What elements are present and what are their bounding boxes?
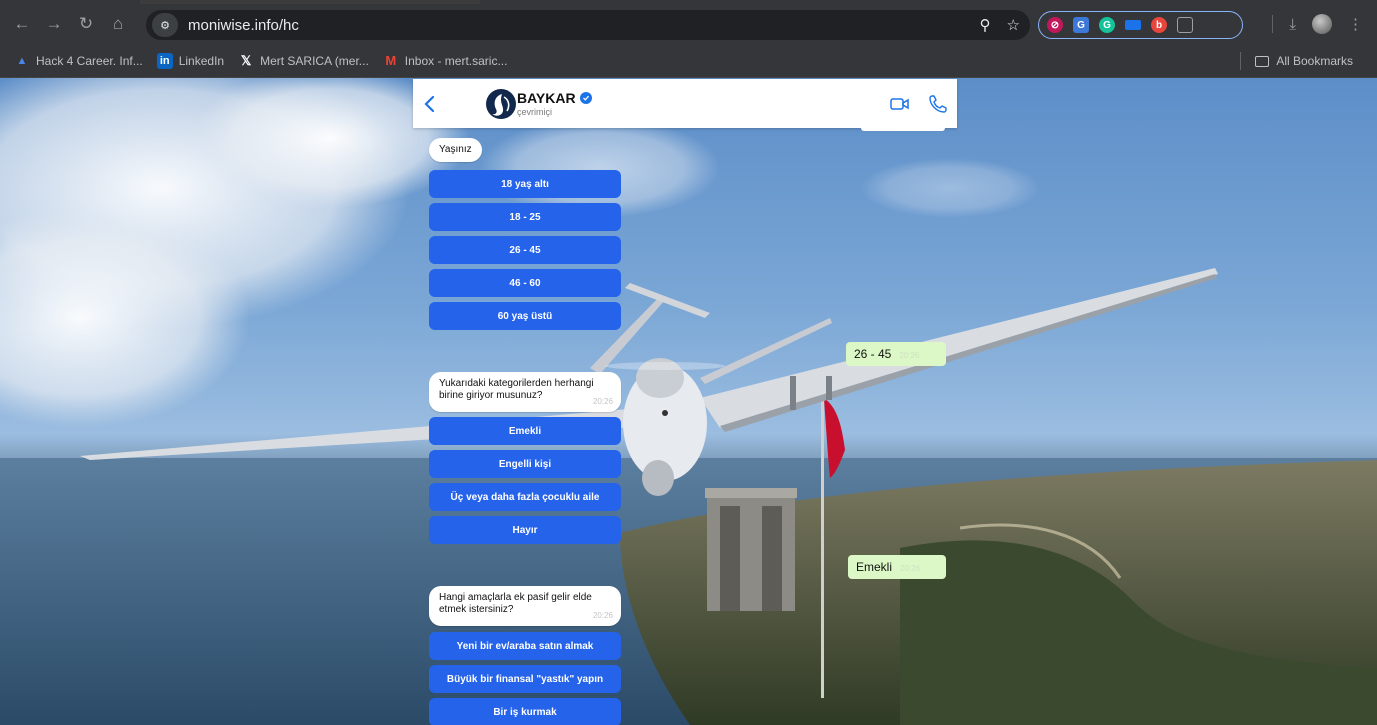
blocker-extension-icon[interactable]: ⊘ [1047, 17, 1063, 33]
user-reply-category: Emekli 20:26 [848, 555, 946, 579]
message-time: 20:26 [900, 564, 921, 573]
option-button-buy-home-car[interactable]: Yeni bir ev/araba satın almak [429, 632, 621, 660]
message-text: Hangi amaçlarla ek pasif gelir elde etme… [439, 592, 592, 615]
chat-header: BAYKAR çevrimiçi [413, 79, 957, 128]
toolbar-divider [1272, 15, 1274, 33]
verified-badge-icon [579, 92, 592, 104]
option-button-46-60[interactable]: 46 - 60 [429, 269, 621, 297]
bookmark-label: Hack 4 Career. Inf... [36, 53, 143, 68]
bookmark-label: Inbox - mert.saric... [404, 53, 508, 68]
download-icon[interactable]: ⤓ [1289, 16, 1296, 33]
grammarly-extension-icon[interactable]: G [1099, 17, 1115, 33]
site-settings-icon[interactable]: ⚙ [152, 13, 178, 37]
menu-kebab-icon[interactable]: ⋮ [1348, 15, 1363, 33]
extensions-puzzle-icon[interactable] [1177, 17, 1193, 33]
option-button-under-18[interactable]: 18 yaş altı [429, 170, 621, 198]
url-text[interactable]: moniwise.info/hc [188, 17, 299, 34]
option-button-18-25[interactable]: 18 - 25 [429, 203, 621, 231]
reply-text: 26 - 45 [854, 347, 892, 361]
online-status: çevrimiçi [517, 107, 552, 117]
previous-message-fragment [861, 128, 945, 131]
folder-icon [1255, 55, 1270, 67]
x-icon: 𝕏 [240, 52, 252, 68]
linkedin-icon: in [156, 52, 173, 69]
option-button-large-family[interactable]: Üç veya daha fazla çocuklu aile [429, 483, 621, 511]
home-icon[interactable]: ⌂ [104, 10, 132, 38]
message-text: Yukarıdaki kategorilerden herhangi birin… [439, 378, 594, 401]
tab-extension-icon[interactable] [1125, 20, 1141, 30]
option-button-26-45[interactable]: 26 - 45 [429, 236, 621, 264]
forward-arrow-icon[interactable]: → [40, 10, 68, 38]
option-button-retired[interactable]: Emekli [429, 417, 621, 445]
hack4career-icon: ▲ [16, 54, 28, 67]
reload-icon[interactable]: ↻ [72, 10, 100, 38]
message-time: 20:26 [592, 397, 613, 406]
user-reply-age: 26 - 45 20:26 [846, 342, 946, 366]
option-button-start-business[interactable]: Bir iş kurmak [429, 698, 621, 725]
bookmark-label: Mert SARICA (mer... [260, 53, 369, 68]
bot-message-category: Yukarıdaki kategorilerden herhangi birin… [429, 372, 621, 412]
address-bar[interactable]: ⚙ moniwise.info/hc ⚲ ☆ [146, 10, 1030, 40]
bookmark-gmail[interactable]: M Inbox - mert.saric... [383, 53, 508, 69]
translate-extension-icon[interactable]: G [1073, 17, 1089, 33]
avatar[interactable] [486, 89, 516, 119]
contact-name: BAYKAR [517, 90, 576, 106]
bot-message-purpose: Hangi amaçlarla ek pasif gelir elde etme… [429, 586, 621, 626]
all-bookmarks-button[interactable]: All Bookmarks [1276, 54, 1353, 68]
chat-window: BAYKAR çevrimiçi Yaşınız 18 yaş altı 18 … [413, 78, 957, 725]
baykar-logo-icon [492, 94, 510, 116]
zoom-icon[interactable]: ⚲ [980, 16, 991, 34]
message-time: 20:26 [592, 611, 613, 620]
browser-toolbar: ← → ↻ ⌂ ⚙ moniwise.info/hc ⚲ ☆ ⊘ G G b ⤓… [0, 4, 1377, 44]
message-time: 20:26 [899, 351, 920, 360]
option-button-disabled[interactable]: Engelli kişi [429, 450, 621, 478]
bot-message-age: Yaşınız [429, 138, 482, 162]
gmail-icon: M [385, 53, 397, 68]
back-arrow-icon[interactable]: ← [8, 10, 36, 38]
message-text: Yaşınız [439, 144, 472, 155]
option-button-financial-cushion[interactable]: Büyük bir finansal "yastık" yapın [429, 665, 621, 693]
bookmark-linkedin[interactable]: in LinkedIn [156, 52, 225, 69]
bookmark-label: LinkedIn [178, 53, 225, 68]
option-button-no[interactable]: Hayır [429, 516, 621, 544]
bookmark-star-icon[interactable]: ☆ [1007, 16, 1020, 34]
bookmark-hack4career[interactable]: ▲ Hack 4 Career. Inf... [14, 53, 143, 69]
profile-avatar[interactable] [1312, 14, 1332, 34]
bookmarks-bar: ▲ Hack 4 Career. Inf... in LinkedIn 𝕏 Me… [0, 44, 1377, 78]
chevron-left-icon[interactable] [417, 89, 441, 119]
bookmark-x[interactable]: 𝕏 Mert SARICA (mer... [238, 53, 369, 69]
video-call-icon[interactable] [889, 93, 911, 115]
bookmarks-divider [1240, 52, 1242, 70]
page-viewport: BAYKAR çevrimiçi Yaşınız 18 yaş altı 18 … [0, 78, 1377, 725]
option-button-over-60[interactable]: 60 yaş üstü [429, 302, 621, 330]
extensions-group: ⊘ G G b [1038, 11, 1243, 39]
reply-text: Emekli [856, 560, 893, 574]
bitdefender-extension-icon[interactable]: b [1151, 17, 1167, 33]
phone-call-icon[interactable] [927, 93, 949, 115]
